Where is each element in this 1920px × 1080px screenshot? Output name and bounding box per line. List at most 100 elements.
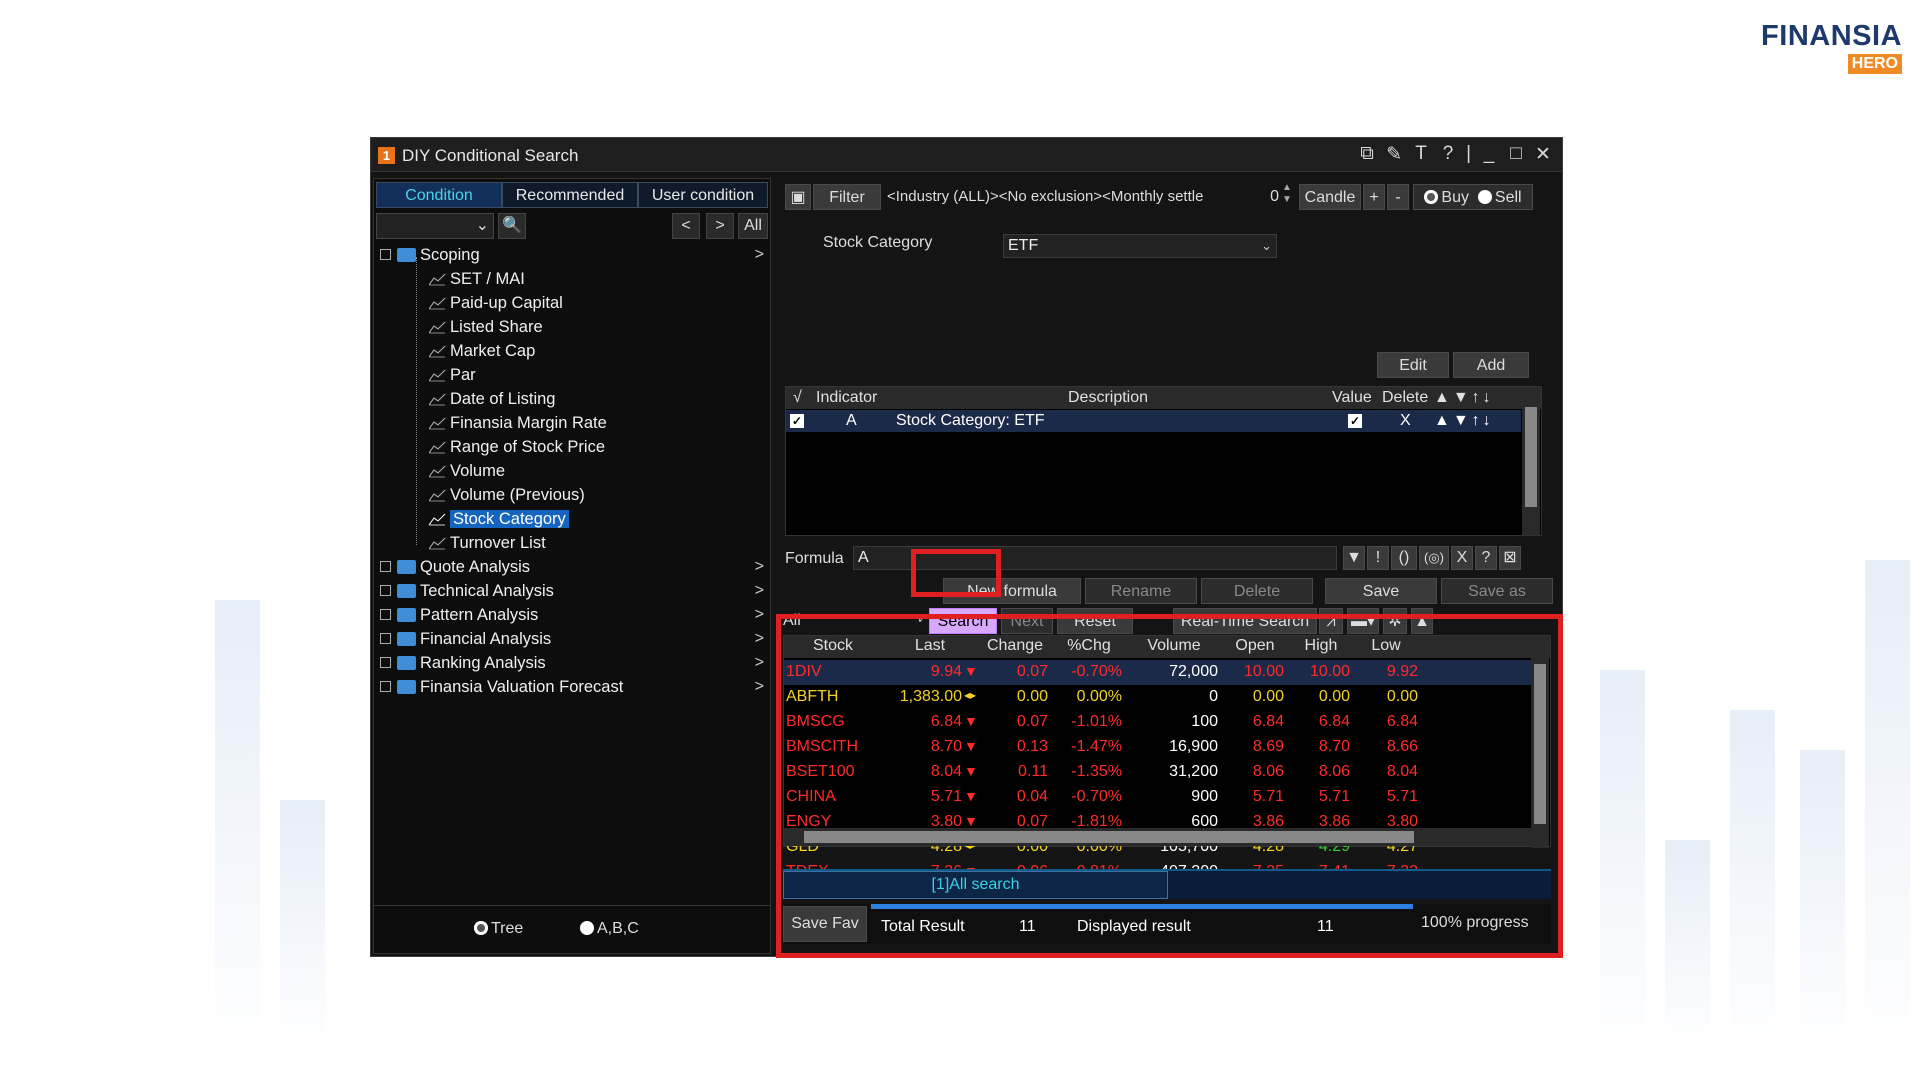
- filter-panel-icon[interactable]: ▣: [785, 184, 811, 210]
- formula-tool-button[interactable]: (): [1391, 546, 1417, 570]
- background-bar: [1800, 750, 1845, 1040]
- tab-recommended[interactable]: Recommended: [502, 182, 638, 208]
- expand-icon[interactable]: [380, 585, 391, 596]
- background-bar: [280, 800, 325, 1040]
- tree-item-turnover-list[interactable]: Turnover List: [428, 531, 546, 555]
- row-description: Stock Category: ETF: [896, 412, 1045, 429]
- formula-tool-button[interactable]: ?: [1475, 546, 1497, 570]
- expand-icon[interactable]: [380, 681, 391, 692]
- condition-dropdown[interactable]: ⌄: [376, 213, 494, 239]
- rename-button[interactable]: Rename: [1085, 578, 1197, 604]
- candle-button[interactable]: Candle: [1299, 184, 1361, 210]
- tab-user-condition[interactable]: User condition: [638, 182, 768, 208]
- stock-category-label: Stock Category: [823, 234, 933, 251]
- tree-item-volume[interactable]: Volume: [428, 459, 505, 483]
- formula-tool-button[interactable]: X: [1451, 546, 1473, 570]
- radio-buy[interactable]: Buy: [1424, 189, 1469, 206]
- chart-icon: [428, 273, 446, 286]
- chevron-right-icon: >: [754, 582, 764, 599]
- collapse-icon[interactable]: [380, 249, 391, 260]
- expand-icon[interactable]: [380, 633, 391, 644]
- radio-abc[interactable]: A,B,C: [580, 920, 639, 938]
- window-number-badge: 1: [378, 147, 395, 164]
- chevron-right-icon: >: [754, 246, 764, 263]
- indicator-table: √ Indicator Description Value Delete ▲▼↑…: [785, 386, 1542, 536]
- chevron-right-icon: >: [754, 558, 764, 575]
- folder-icon: [397, 608, 416, 622]
- plus-button[interactable]: +: [1363, 184, 1385, 210]
- external-link-icon[interactable]: ⧉: [1358, 143, 1376, 166]
- sort-arrows-icon[interactable]: ▲▼↑↓: [1434, 389, 1494, 407]
- tree-item-paid-up-capital[interactable]: Paid-up Capital: [428, 291, 563, 315]
- radio-icon: [580, 921, 594, 935]
- close-icon[interactable]: ✕: [1534, 143, 1552, 166]
- tree-node-quote-analysis[interactable]: Quote Analysis >: [380, 555, 764, 579]
- tree-item-range-of-stock-price[interactable]: Range of Stock Price: [428, 435, 605, 459]
- save-as-button[interactable]: Save as: [1441, 578, 1553, 604]
- formula-tool-button[interactable]: ▼: [1343, 546, 1365, 570]
- expand-icon[interactable]: [380, 561, 391, 572]
- text-size-icon[interactable]: T: [1412, 143, 1430, 166]
- prev-button[interactable]: <: [672, 213, 700, 239]
- edit-button[interactable]: Edit: [1377, 352, 1449, 378]
- tree-node-finansia-valuation-forecast[interactable]: Finansia Valuation Forecast >: [380, 675, 764, 699]
- row-delete-button[interactable]: X: [1400, 412, 1411, 430]
- add-button[interactable]: Add: [1453, 352, 1529, 378]
- stepper-arrows-icon[interactable]: ▲ ▼: [1282, 182, 1292, 206]
- row-checkbox[interactable]: ✓: [790, 414, 804, 428]
- delete-button[interactable]: Delete: [1201, 578, 1313, 604]
- tab-condition[interactable]: Condition: [376, 182, 502, 208]
- chart-icon: [428, 345, 446, 358]
- minus-button[interactable]: -: [1387, 184, 1409, 210]
- row-move-arrows-icon[interactable]: ▲▼↑↓: [1434, 412, 1494, 430]
- radio-sell[interactable]: Sell: [1477, 189, 1522, 206]
- formula-tool-button[interactable]: (◎): [1419, 546, 1449, 570]
- tree-item-par[interactable]: Par: [428, 363, 476, 387]
- tree-node-pattern-analysis[interactable]: Pattern Analysis >: [380, 603, 764, 627]
- tree-item-finansia-margin-rate[interactable]: Finansia Margin Rate: [428, 411, 607, 435]
- header-delete: Delete: [1382, 389, 1429, 406]
- chart-icon: [428, 441, 446, 454]
- settings-tool-icon[interactable]: ✎: [1385, 143, 1403, 166]
- filter-stepper-value[interactable]: 0: [1259, 188, 1279, 206]
- indicator-scrollbar[interactable]: [1522, 387, 1540, 535]
- expand-icon[interactable]: [380, 657, 391, 668]
- search-icon[interactable]: 🔍: [498, 213, 526, 239]
- indicator-table-header: √ Indicator Description Value Delete ▲▼↑…: [786, 387, 1541, 409]
- next-button[interactable]: >: [706, 213, 734, 239]
- radio-icon: [1424, 190, 1439, 204]
- chevron-down-icon: ⌄: [1261, 238, 1272, 253]
- stock-category-select[interactable]: ETF ⌄: [1003, 234, 1277, 258]
- radio-tree[interactable]: Tree: [474, 920, 523, 938]
- tree-node-financial-analysis[interactable]: Financial Analysis >: [380, 627, 764, 651]
- help-icon[interactable]: ?: [1439, 143, 1457, 166]
- tree-node-technical-analysis[interactable]: Technical Analysis >: [380, 579, 764, 603]
- save-button[interactable]: Save: [1325, 578, 1437, 604]
- chart-icon: [428, 321, 446, 334]
- background-bar: [1600, 670, 1645, 1040]
- header-value: Value: [1332, 389, 1372, 406]
- tree-item-market-cap[interactable]: Market Cap: [428, 339, 535, 363]
- formula-label: Formula: [785, 550, 844, 567]
- indicator-row[interactable]: ✓ A Stock Category: ETF ✓ X ▲▼↑↓: [786, 410, 1521, 432]
- clear-image-icon[interactable]: ⊠: [1499, 546, 1521, 570]
- filter-button[interactable]: Filter: [813, 184, 881, 210]
- condition-panel: Condition Recommended User condition ⌄ 🔍…: [373, 178, 771, 954]
- tree-item-set-mai[interactable]: SET / MAI: [428, 267, 525, 291]
- formula-tool-button[interactable]: !: [1367, 546, 1389, 570]
- tree-node-scoping[interactable]: Scoping >: [380, 243, 764, 267]
- chart-icon: [428, 417, 446, 430]
- tree-node-ranking-analysis[interactable]: Ranking Analysis >: [380, 651, 764, 675]
- tree-item-listed-share[interactable]: Listed Share: [428, 315, 543, 339]
- minimize-icon[interactable]: _: [1480, 143, 1498, 166]
- results-highlight-box: [776, 614, 1563, 958]
- all-button[interactable]: All: [738, 213, 768, 239]
- row-indicator: A: [846, 412, 857, 429]
- row-value-checkbox[interactable]: ✓: [1348, 414, 1362, 428]
- expand-icon[interactable]: [380, 609, 391, 620]
- chevron-right-icon: >: [754, 630, 764, 647]
- tree-item-volume-previous[interactable]: Volume (Previous): [428, 483, 585, 507]
- tree-item-date-of-listing[interactable]: Date of Listing: [428, 387, 555, 411]
- maximize-icon[interactable]: □: [1507, 143, 1525, 166]
- tree-item-stock-category[interactable]: Stock Category: [428, 507, 569, 531]
